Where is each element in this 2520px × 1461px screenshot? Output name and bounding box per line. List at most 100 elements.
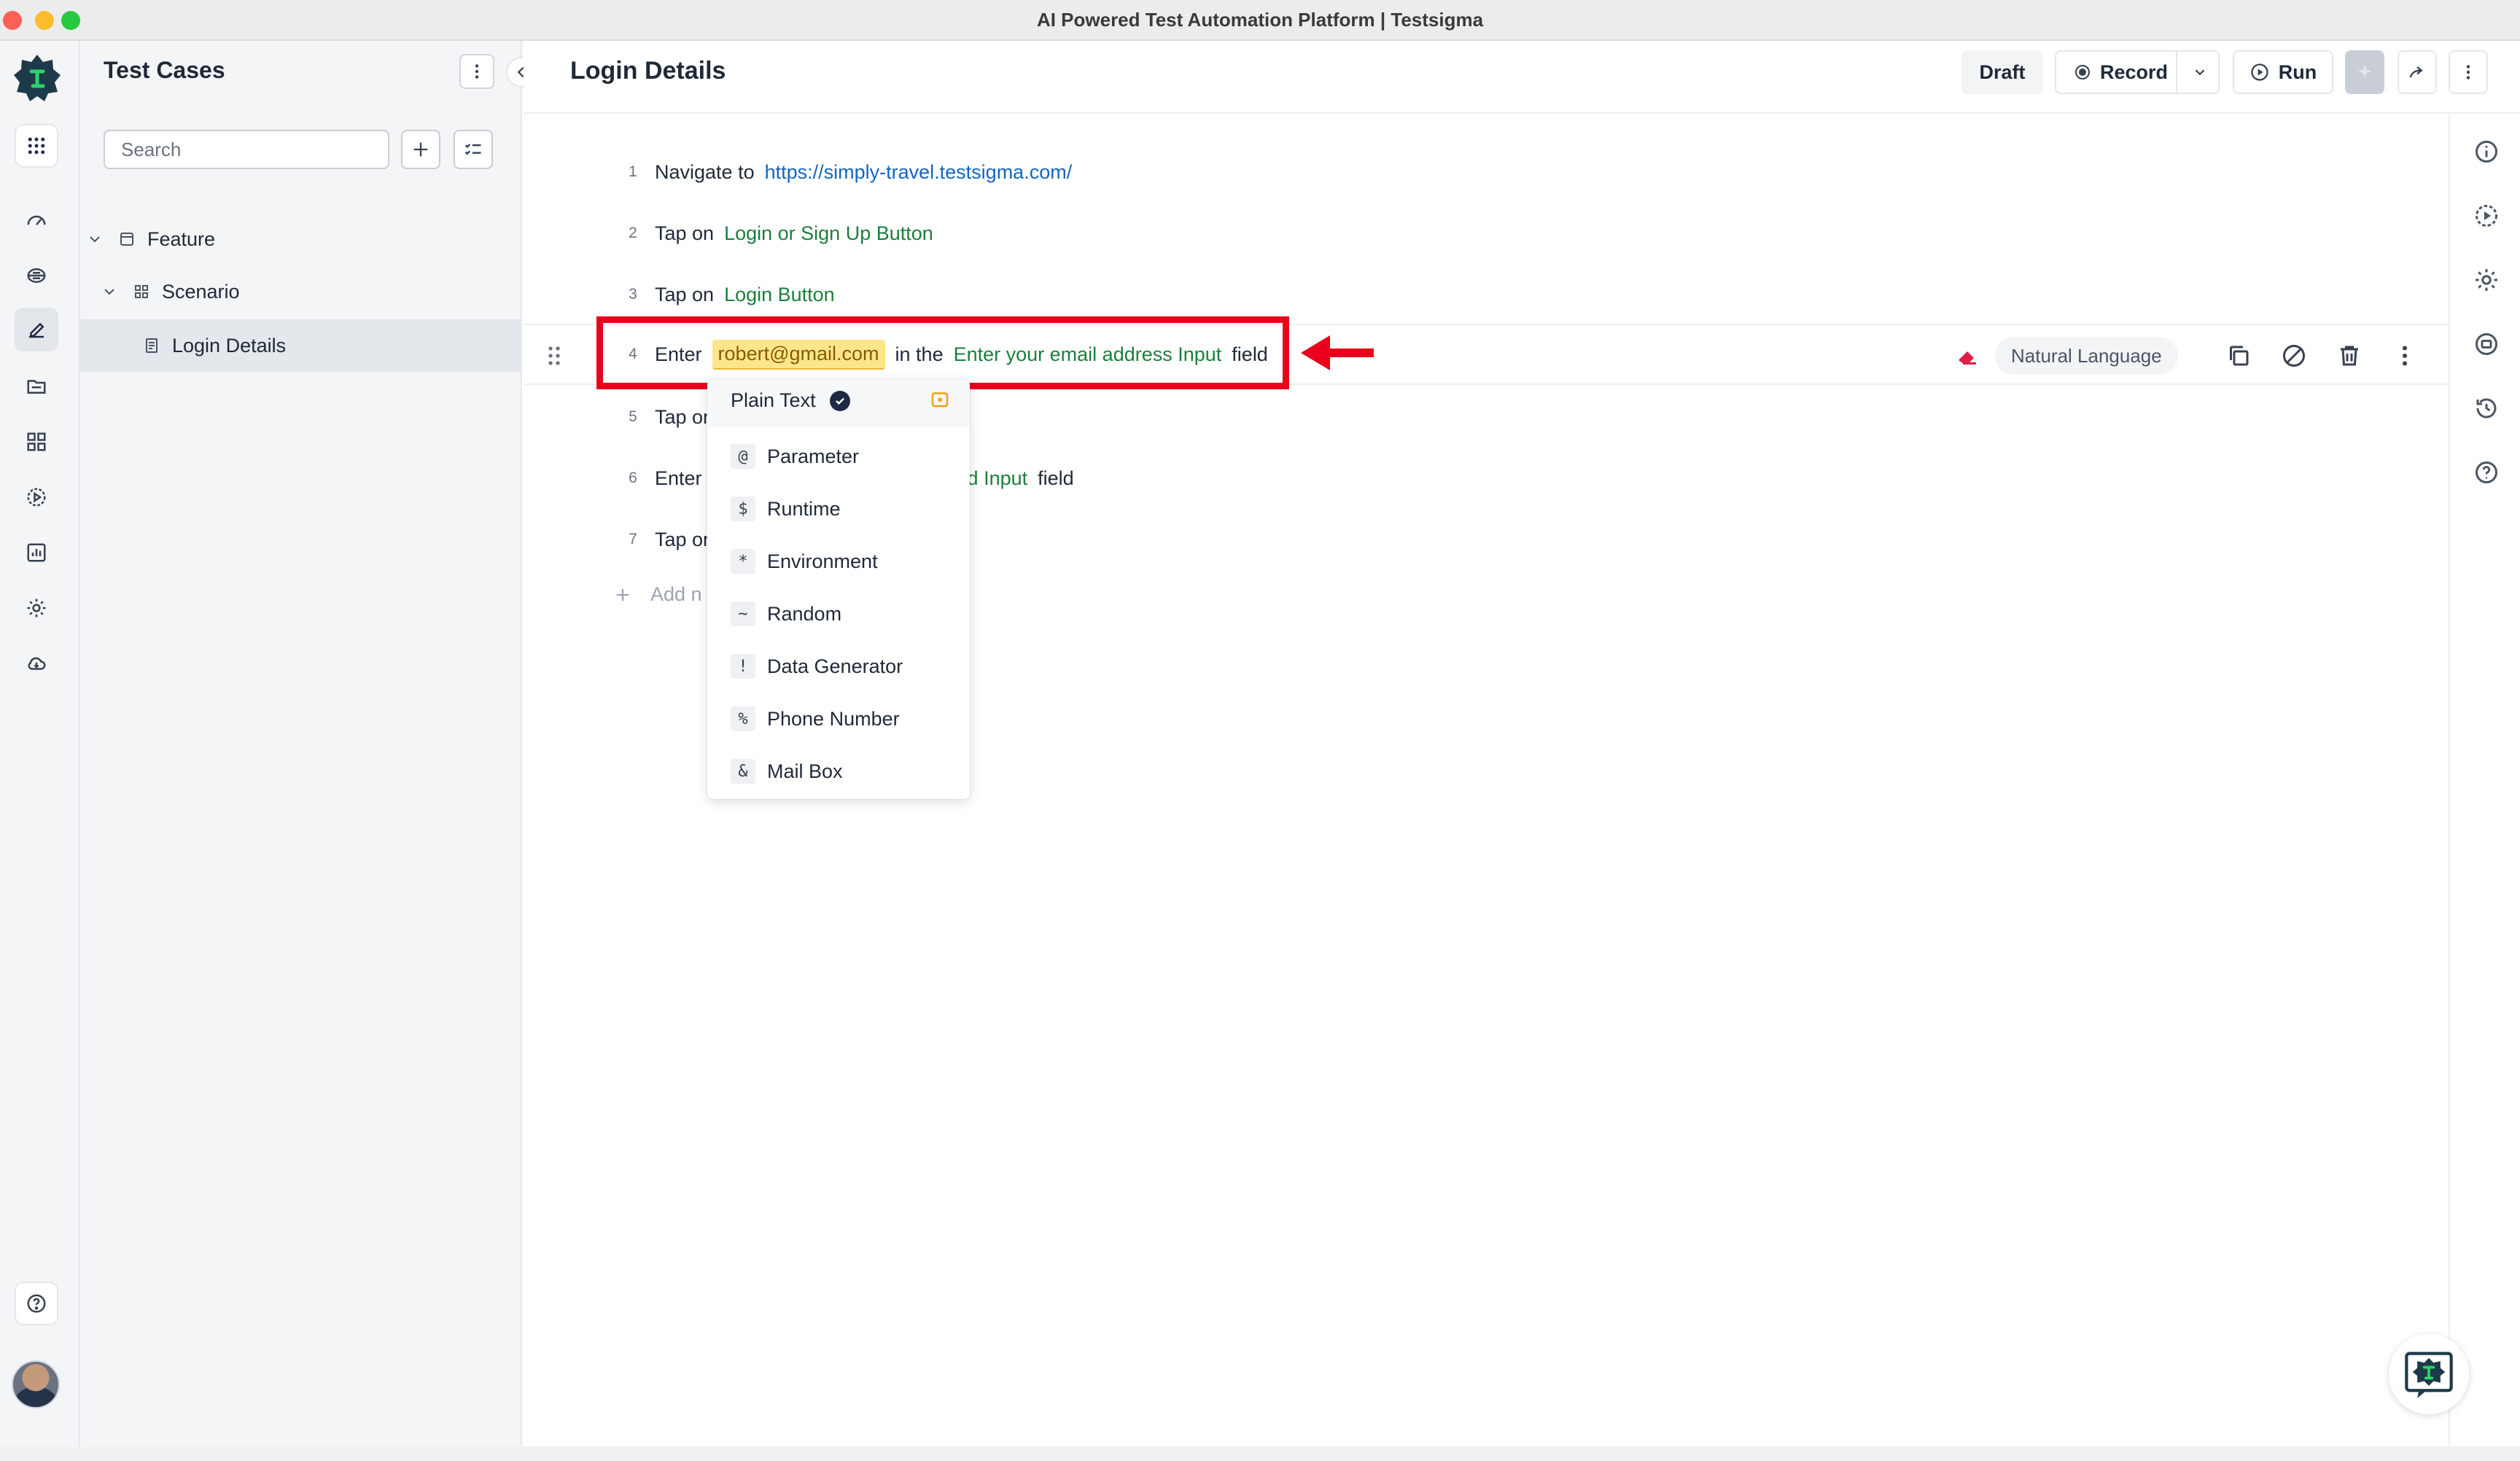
menu-item-label: Parameter [767, 445, 860, 467]
step-number: 1 [629, 163, 637, 180]
apps-grid-icon[interactable] [15, 124, 58, 168]
add-test-case-button[interactable] [401, 130, 440, 169]
chevron-down-icon [90, 236, 100, 243]
nav-rail [0, 41, 80, 1461]
ai-assist-button[interactable] [2345, 50, 2384, 94]
step-text[interactable]: Tap on Login Button [655, 284, 835, 306]
mail-box-symbol-icon: & [731, 759, 755, 784]
reports-icon[interactable] [15, 531, 58, 574]
search-input[interactable] [104, 130, 389, 169]
disable-step-icon[interactable] [2281, 343, 2307, 369]
help-icon[interactable] [15, 1282, 58, 1325]
run-button[interactable]: Run [2233, 50, 2333, 94]
more-options-button[interactable] [2449, 50, 2488, 94]
scenario-icon [135, 285, 148, 298]
play-circle-icon [2251, 63, 2268, 81]
test-cases-panel: Test Cases Feature Scenario Login Detail… [80, 41, 537, 1461]
kebab-menu-icon[interactable] [2392, 343, 2418, 369]
natural-language-mode[interactable]: Natural Language [1995, 337, 2178, 375]
menu-item-label: Mail Box [767, 760, 843, 782]
random-symbol-icon: ~ [731, 601, 755, 626]
step-action: Tap on [655, 283, 715, 305]
tree-item-scenario[interactable]: Scenario [80, 265, 521, 318]
share-button[interactable] [2398, 50, 2437, 94]
menu-item-environment[interactable]: * Environment [731, 544, 949, 579]
step-text[interactable]: Tap on Login or Sign Up Button [655, 222, 933, 245]
annotation-highlight-box [596, 316, 1289, 389]
panel-options-button[interactable] [459, 54, 494, 89]
step-text[interactable]: Tap on [655, 529, 714, 551]
menu-item-phone-number[interactable]: % Phone Number [731, 701, 949, 736]
test-case-header: Login Details Draft Record Run [524, 41, 2520, 114]
user-avatar[interactable] [12, 1360, 60, 1409]
kebab-menu-icon [2466, 65, 2470, 79]
help-icon[interactable] [2473, 459, 2500, 486]
step-action: Tap on [655, 405, 715, 428]
menu-item-label: Plain Text [731, 389, 816, 411]
select-items-button[interactable] [454, 130, 493, 169]
checklist-icon [464, 144, 481, 155]
test-step-row[interactable]: 1 Navigate to https://simply-travel.test… [524, 141, 2449, 203]
menu-item-plain-text[interactable]: Plain Text [707, 379, 970, 427]
check-circle-icon [830, 391, 850, 411]
panel-title: Test Cases [104, 57, 225, 83]
record-label: Record [2100, 61, 2169, 83]
dashboard-gauge-icon[interactable] [15, 198, 58, 242]
step-element[interactable]: Login Button [724, 284, 835, 306]
menu-item-label: Environment [767, 550, 878, 572]
delete-trash-icon[interactable] [2336, 343, 2362, 369]
step-connector: field [1038, 467, 1074, 489]
drag-handle-icon[interactable] [540, 341, 569, 370]
step-element[interactable]: d Input [968, 467, 1028, 490]
share-arrow-icon [2409, 66, 2423, 78]
step-action: Tap on [655, 528, 715, 550]
step-number: 6 [629, 470, 637, 486]
add-step-label: Add n [650, 583, 702, 605]
cloud-sync-icon[interactable] [15, 642, 58, 685]
assistant-chat-button[interactable] [2389, 1334, 2469, 1414]
menu-item-label: Runtime [767, 497, 841, 520]
menu-item-mail-box[interactable]: & Mail Box [731, 754, 949, 789]
run-history-icon[interactable] [2473, 203, 2500, 229]
menu-item-runtime[interactable]: $ Runtime [731, 491, 949, 526]
components-icon[interactable] [15, 420, 58, 464]
tree-item-label: Login Details [172, 334, 287, 357]
assistant-logo-icon [2405, 1352, 2453, 1398]
data-profile-icon[interactable] [2473, 331, 2500, 357]
eraser-icon[interactable] [1954, 343, 1980, 369]
record-button[interactable]: Record [2055, 50, 2220, 94]
draft-status-button[interactable]: Draft [1961, 50, 2043, 94]
lock-icon[interactable] [929, 388, 951, 410]
step-text[interactable]: Navigate to https://simply-travel.testsi… [655, 161, 1072, 184]
folder-icon[interactable] [15, 365, 58, 408]
test-step-row[interactable]: 2 Tap on Login or Sign Up Button [524, 203, 2449, 264]
plus-icon [616, 588, 629, 601]
menu-item-data-generator[interactable]: ! Data Generator [731, 649, 949, 684]
step-element[interactable]: Login or Sign Up Button [724, 222, 933, 245]
step-text[interactable]: Tap on [655, 406, 714, 429]
settings-gear-icon[interactable] [15, 586, 58, 630]
plus-icon [413, 142, 428, 157]
run-plans-icon[interactable] [15, 475, 58, 519]
menu-item-parameter[interactable]: @ Parameter [731, 439, 949, 474]
menu-item-random[interactable]: ~ Random [731, 596, 949, 631]
tree-item-feature[interactable]: Feature [80, 213, 521, 265]
tree-item-login-details[interactable]: Login Details [80, 319, 521, 372]
history-clock-icon[interactable] [2473, 395, 2500, 421]
test-data-type-menu: Plain Text @ Parameter $ Runtime * Envir… [707, 379, 970, 799]
info-icon[interactable] [2473, 139, 2500, 165]
chevron-down-icon [2195, 69, 2205, 76]
tree-item-label: Feature [147, 227, 216, 250]
runtime-symbol-icon: $ [731, 496, 755, 521]
record-options-dropdown[interactable] [2183, 52, 2217, 93]
add-step-button[interactable]: Add n [612, 583, 702, 606]
testsigma-logo-icon[interactable] [12, 52, 63, 104]
step-action: Enter [655, 467, 702, 489]
copy-icon[interactable] [2225, 343, 2252, 369]
test-data-icon[interactable] [15, 254, 58, 297]
test-development-icon[interactable] [15, 308, 58, 351]
step-action: Tap on [655, 222, 715, 244]
settings-gear-icon[interactable] [2473, 267, 2500, 293]
step-url[interactable]: https://simply-travel.testsigma.com/ [765, 161, 1073, 184]
page-title: Login Details [570, 57, 726, 85]
